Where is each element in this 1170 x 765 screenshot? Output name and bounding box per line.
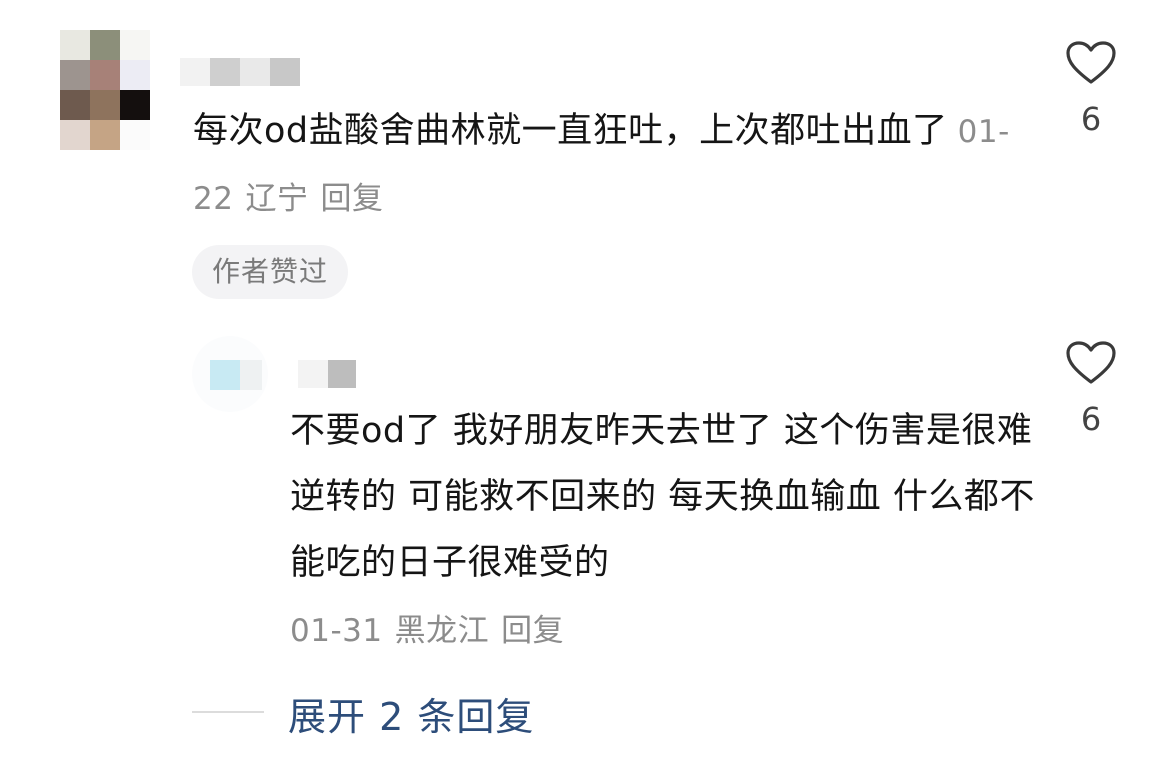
reply-link[interactable]: 回复 xyxy=(320,181,383,217)
avatar-pixel xyxy=(90,30,120,60)
avatar-pixel xyxy=(120,90,150,120)
reply-avatar[interactable] xyxy=(192,336,268,412)
comment-location: 辽宁 xyxy=(245,181,309,217)
avatar-pixel xyxy=(60,90,90,120)
reply-meta: 01-31 黑龙江 回复 xyxy=(290,605,576,650)
like-button[interactable]: 6 xyxy=(1061,40,1121,138)
comment-body: 每次od盐酸舍曲林就一直狂吐，上次都吐出血了 01-22 辽宁 回复 xyxy=(193,98,1043,232)
reply-body: 不要od了 我好朋友昨天去世了 这个伤害是很难逆转的 可能救不回来的 每天换血输… xyxy=(290,411,1035,583)
comment-text: 每次od盐酸舍曲林就一直狂吐，上次都吐出血了 xyxy=(193,111,948,151)
expand-divider xyxy=(192,711,264,713)
author-liked-badge: 作者赞过 xyxy=(192,245,349,299)
avatar-pixel xyxy=(240,360,262,390)
expand-replies-button[interactable]: 展开 2 条回复 xyxy=(288,686,534,741)
avatar[interactable] xyxy=(60,30,150,150)
reply-date: 01-31 xyxy=(290,613,383,649)
heart-outline-icon xyxy=(1066,341,1116,384)
avatar-pixel xyxy=(120,60,150,90)
reply-like-button[interactable]: 6 xyxy=(1061,340,1121,438)
reply-link[interactable]: 回复 xyxy=(501,613,564,649)
like-count: 6 xyxy=(1080,100,1102,138)
avatar-pixel xyxy=(120,30,150,60)
username-blurred[interactable] xyxy=(180,58,300,86)
avatar-pixel xyxy=(90,60,120,90)
heart-outline-icon xyxy=(1066,41,1116,84)
avatar-pixel xyxy=(90,90,120,120)
avatar-pixel xyxy=(90,120,120,150)
reply-location: 黑龙江 xyxy=(394,613,490,649)
avatar-pixel xyxy=(60,120,90,150)
avatar-pixel xyxy=(60,30,90,60)
avatar-pixel xyxy=(210,360,240,390)
avatar-pixel xyxy=(60,60,90,90)
avatar-pixel xyxy=(120,120,150,150)
reply-like-count: 6 xyxy=(1080,400,1102,438)
reply-username-blurred[interactable] xyxy=(298,360,358,388)
